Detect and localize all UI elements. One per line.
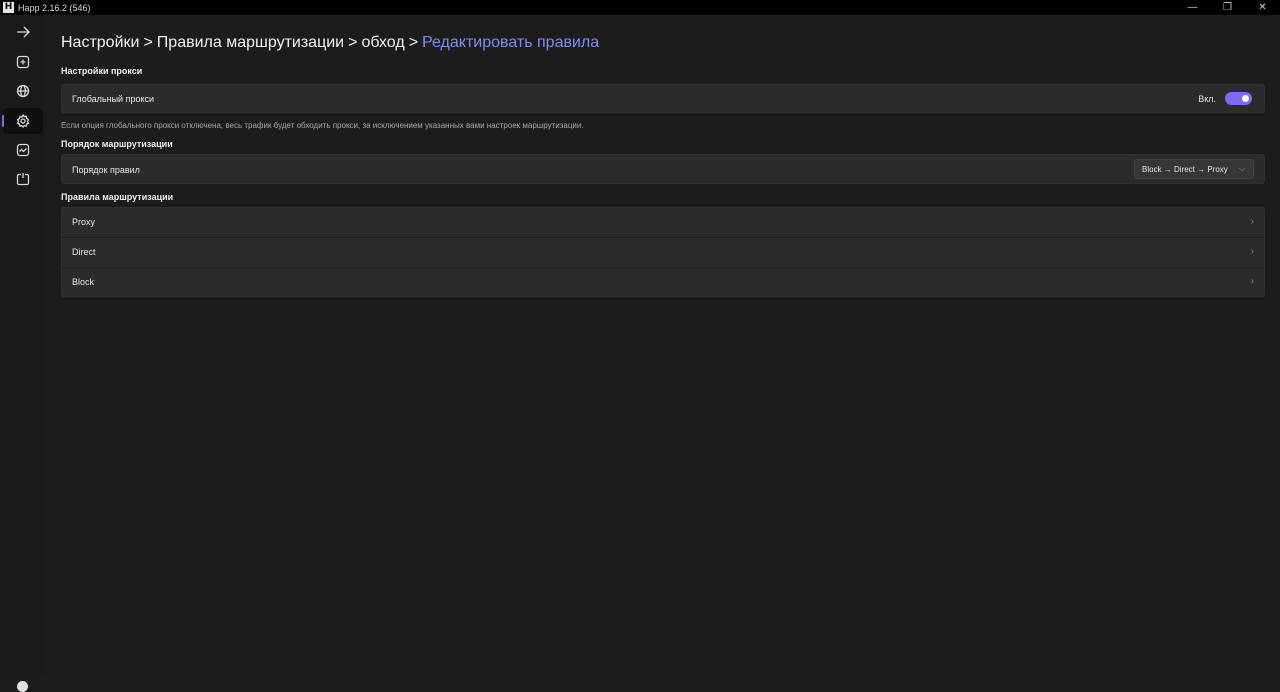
app-logo-icon: H xyxy=(3,2,14,13)
breadcrumb-separator: > xyxy=(408,34,419,51)
breadcrumb-separator: > xyxy=(143,34,153,51)
global-proxy-card: Глобальный прокси Вкл. xyxy=(61,84,1265,113)
rule-order-dropdown[interactable]: Block → Direct → Proxy ⌵ xyxy=(1134,159,1254,179)
window-title: Happ 2.16.2 (546) xyxy=(18,2,91,13)
sidebar xyxy=(0,15,45,692)
proxy-settings-title: Настройки прокси xyxy=(61,66,143,76)
routing-rules-title: Правила маршрутизации xyxy=(61,192,174,202)
minimize-button[interactable]: — xyxy=(1175,0,1210,15)
rule-row-proxy[interactable]: Proxy › xyxy=(62,208,1264,238)
breadcrumb-current: Редактировать правила xyxy=(422,34,600,51)
activity-chart-icon xyxy=(16,143,30,157)
chevron-right-icon: › xyxy=(1250,276,1254,287)
restore-button[interactable]: ❐ xyxy=(1210,0,1245,15)
breadcrumb-settings[interactable]: Настройки xyxy=(61,34,139,51)
global-proxy-toggle-wrap: Вкл. xyxy=(1198,92,1252,105)
nav-power[interactable] xyxy=(3,166,43,192)
arrow-right-icon xyxy=(17,26,30,38)
breadcrumb-bypass[interactable]: обход xyxy=(361,34,404,51)
globe-icon xyxy=(16,84,30,98)
power-icon xyxy=(16,173,30,186)
gear-icon xyxy=(16,114,30,128)
breadcrumb: Настройки > Правила маршрутизации > обход > Ре… xyxy=(61,34,599,52)
rule-order-card: Порядок правил Block → Direct → Proxy ⌵ xyxy=(61,154,1265,184)
info-icon[interactable] xyxy=(17,681,28,692)
chevron-right-icon: › xyxy=(1250,246,1254,257)
title-bar: H Happ 2.16.2 (546) — ❐ ✕ xyxy=(0,0,1280,15)
nav-add[interactable] xyxy=(3,49,43,75)
rule-order-label: Порядок правил xyxy=(72,165,140,175)
active-indicator xyxy=(2,115,4,127)
global-proxy-toggle[interactable] xyxy=(1225,92,1252,105)
routing-rules-list: Proxy › Direct › Block › xyxy=(61,207,1265,297)
breadcrumb-routing-rules[interactable]: Правила маршрутизации xyxy=(157,34,344,51)
nav-forward[interactable] xyxy=(3,19,43,45)
toggle-knob xyxy=(1242,95,1249,102)
window-controls: — ❐ ✕ xyxy=(1175,0,1280,15)
add-square-icon xyxy=(16,55,30,69)
chevron-down-icon: ⌵ xyxy=(1238,164,1245,173)
rule-row-direct[interactable]: Direct › xyxy=(62,238,1264,268)
chevron-right-icon: › xyxy=(1250,216,1254,227)
rule-label: Block xyxy=(72,277,95,287)
nav-servers[interactable] xyxy=(3,78,43,104)
global-proxy-hint: Если опция глобального прокси отключена,… xyxy=(61,121,584,130)
rule-label: Direct xyxy=(72,247,96,257)
toggle-state-text: Вкл. xyxy=(1198,93,1216,104)
rule-row-block[interactable]: Block › xyxy=(62,268,1264,298)
close-button[interactable]: ✕ xyxy=(1245,0,1280,15)
nav-statistics[interactable] xyxy=(3,137,43,163)
rule-order-value: Block → Direct → Proxy xyxy=(1142,164,1228,174)
breadcrumb-separator: > xyxy=(348,34,358,51)
global-proxy-label: Глобальный прокси xyxy=(72,94,155,104)
rule-label: Proxy xyxy=(72,217,96,227)
nav-settings[interactable] xyxy=(2,108,43,134)
routing-order-title: Порядок маршрутизации xyxy=(61,139,173,149)
